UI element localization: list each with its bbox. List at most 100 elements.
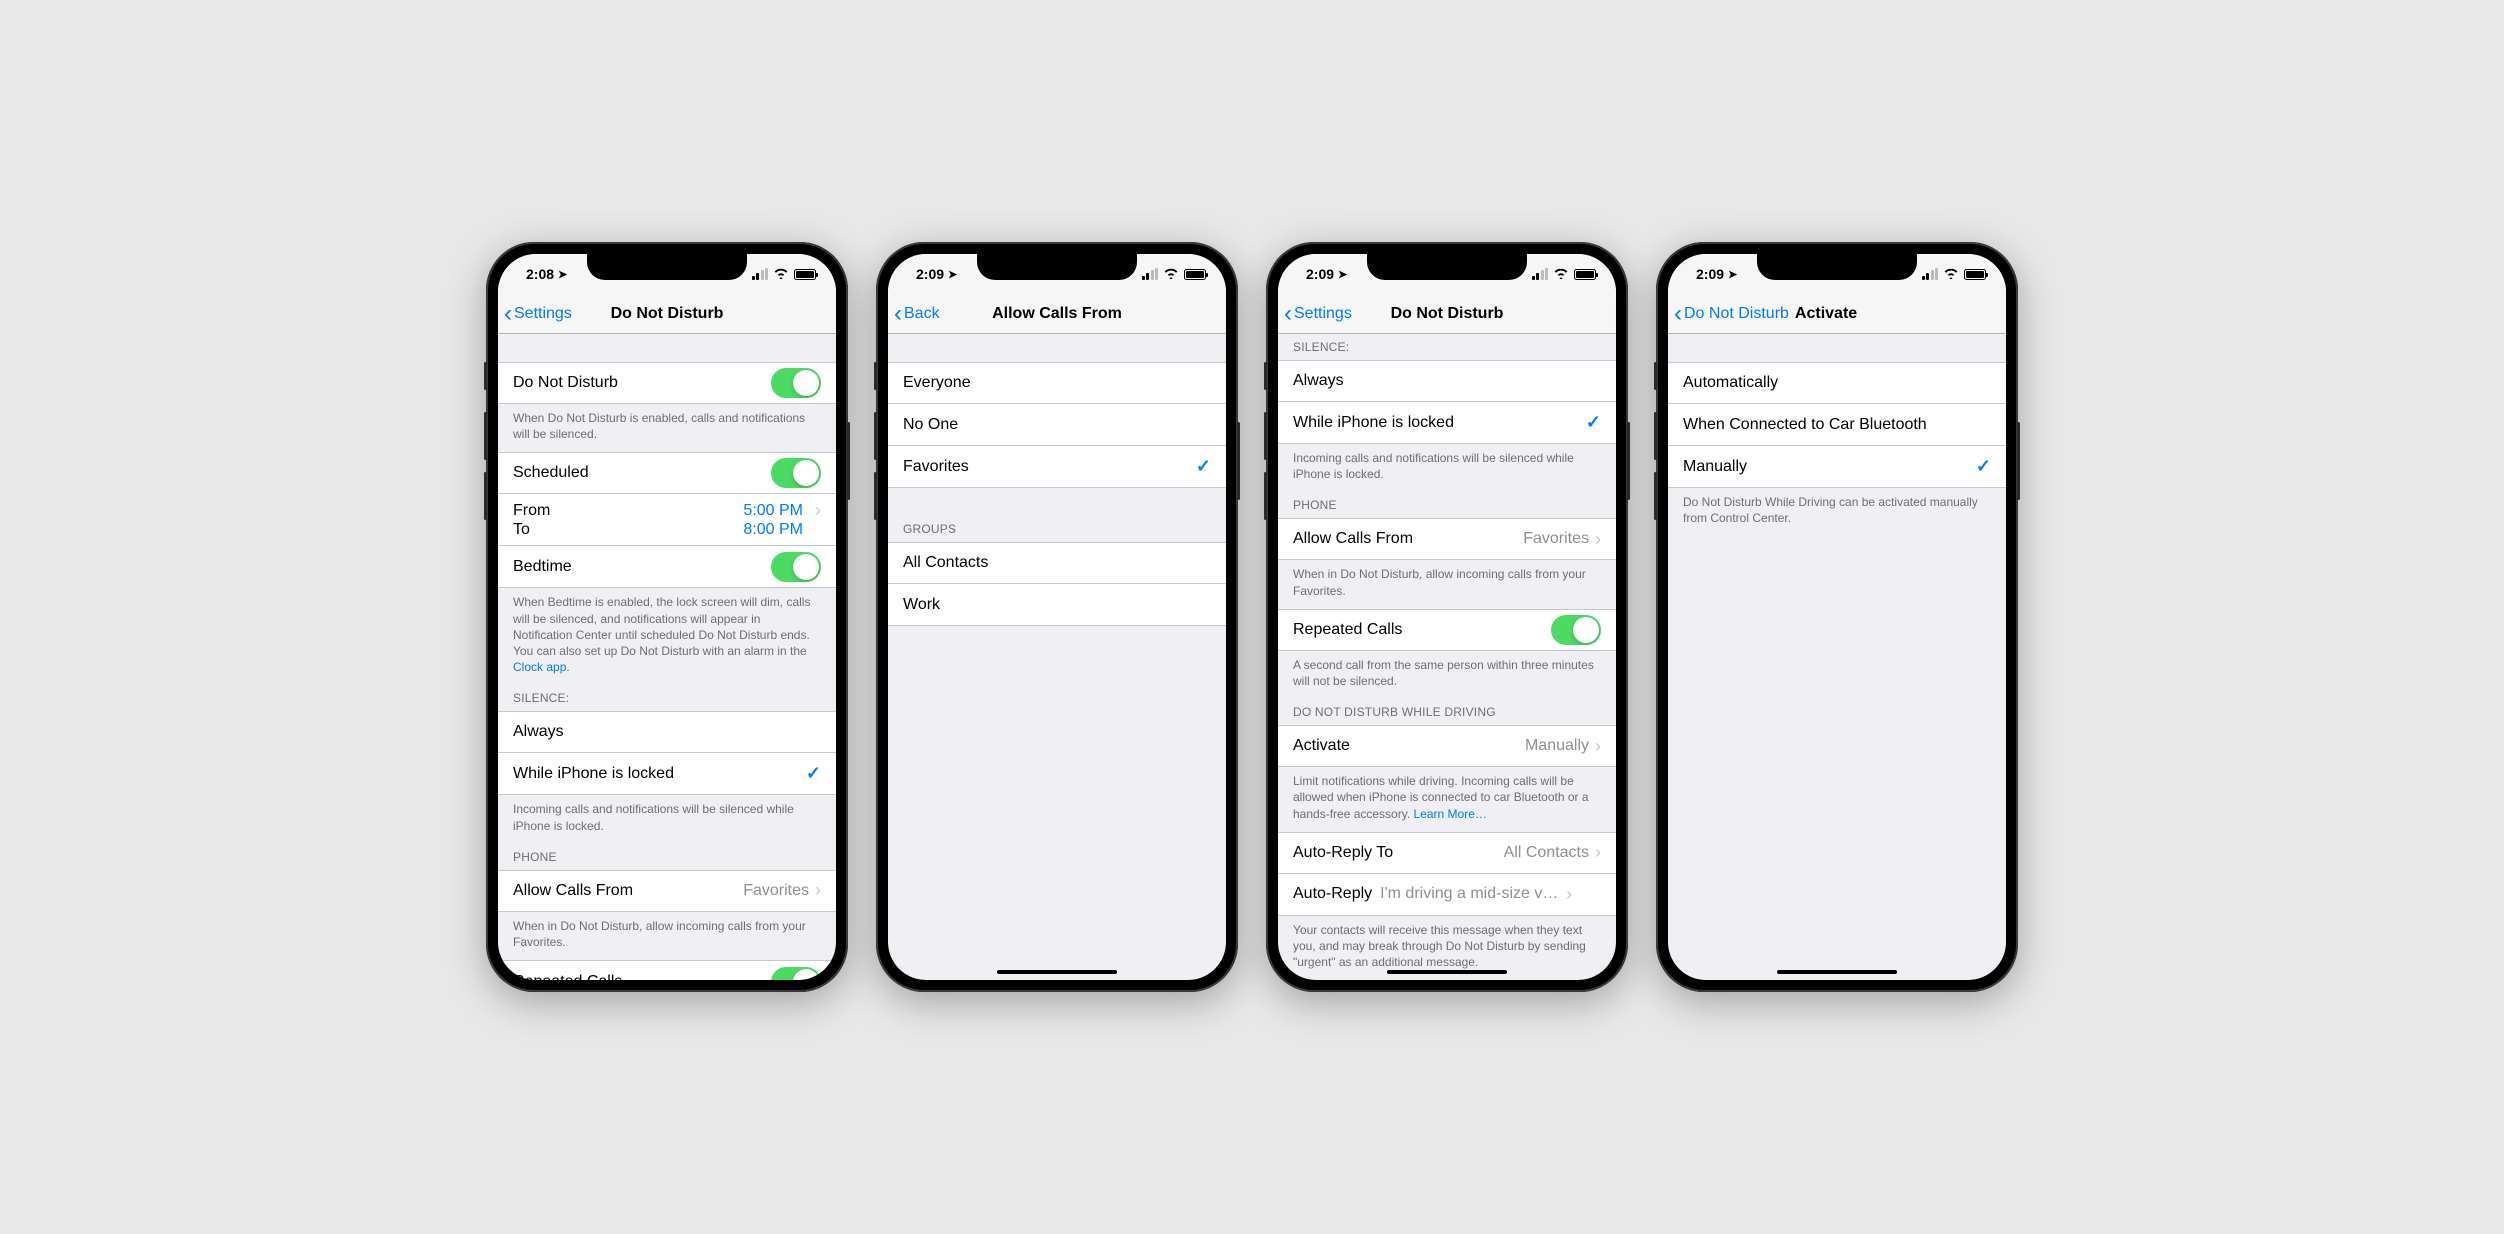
row-everyone[interactable]: Everyone xyxy=(888,362,1226,404)
row-allow-calls[interactable]: Allow Calls From Favorites › xyxy=(1278,518,1616,560)
groups-header: GROUPS xyxy=(888,516,1226,542)
allow-footer: When in Do Not Disturb, allow incoming c… xyxy=(1278,560,1616,608)
toggle-dnd[interactable] xyxy=(771,368,821,398)
driving-header: DO NOT DISTURB WHILE DRIVING xyxy=(1278,699,1616,725)
autoreply-value: I'm driving a mid-size vehicle ri… xyxy=(1380,885,1560,903)
work-label: Work xyxy=(903,596,1211,614)
learn-more-link[interactable]: Learn More… xyxy=(1414,807,1487,821)
row-always[interactable]: Always xyxy=(1278,360,1616,402)
check-icon: ✓ xyxy=(1196,456,1211,477)
row-while-locked[interactable]: While iPhone is locked ✓ xyxy=(498,753,836,795)
signal-icon xyxy=(1922,268,1939,280)
autoreplyto-label: Auto-Reply To xyxy=(1293,844,1504,862)
battery-icon xyxy=(1964,269,1986,280)
activate-label: Activate xyxy=(1293,737,1525,755)
allow-calls-label: Allow Calls From xyxy=(1293,530,1523,548)
scheduled-label: Scheduled xyxy=(513,464,771,482)
row-all-contacts[interactable]: All Contacts xyxy=(888,542,1226,584)
back-label: Settings xyxy=(1294,305,1352,323)
allow-calls-value: Favorites xyxy=(743,882,809,900)
time: 2:08 xyxy=(526,266,554,282)
row-repeated[interactable]: Repeated Calls xyxy=(1278,609,1616,651)
row-work[interactable]: Work xyxy=(888,584,1226,626)
row-autoreply[interactable]: Auto-Reply I'm driving a mid-size vehicl… xyxy=(1278,874,1616,916)
back-label: Back xyxy=(904,305,940,323)
row-favorites[interactable]: Favorites ✓ xyxy=(888,446,1226,488)
row-always[interactable]: Always xyxy=(498,711,836,753)
dnd-footer: When Do Not Disturb is enabled, calls an… xyxy=(498,404,836,452)
chevron-right-icon: › xyxy=(1595,842,1601,863)
home-indicator[interactable] xyxy=(1777,970,1897,974)
silence-footer: Incoming calls and notifications will be… xyxy=(498,795,836,843)
from-value: 5:00 PM xyxy=(743,502,803,520)
silence-footer: Incoming calls and notifications will be… xyxy=(1278,444,1616,492)
always-label: Always xyxy=(513,723,821,741)
repeated-label: Repeated Calls xyxy=(1293,621,1551,639)
phone-1: 2:08➤ ‹ Settings Do Not Disturb Do Not D… xyxy=(486,242,848,992)
row-scheduled[interactable]: Scheduled xyxy=(498,452,836,494)
nav-bar: ‹ Settings Do Not Disturb xyxy=(1278,294,1616,334)
nav-bar: ‹ Back Allow Calls From xyxy=(888,294,1226,334)
chevron-right-icon: › xyxy=(809,500,821,521)
clock-app-link[interactable]: Clock app xyxy=(513,660,566,674)
signal-icon xyxy=(752,268,769,280)
bedtime-label: Bedtime xyxy=(513,558,771,576)
while-locked-label: While iPhone is locked xyxy=(513,765,806,783)
toggle-repeated[interactable] xyxy=(771,967,821,980)
automatically-label: Automatically xyxy=(1683,374,1991,392)
signal-icon xyxy=(1532,268,1549,280)
location-icon: ➤ xyxy=(558,268,567,281)
chevron-right-icon: › xyxy=(815,880,821,901)
back-button[interactable]: ‹ Settings xyxy=(1284,302,1352,326)
back-button[interactable]: ‹ Back xyxy=(894,302,940,326)
location-icon: ➤ xyxy=(948,268,957,281)
row-schedule-range[interactable]: From 5:00 PM › To 8:00 PM xyxy=(498,494,836,546)
phone-header: PHONE xyxy=(498,844,836,870)
wifi-icon xyxy=(1943,266,1959,282)
repeated-label: Repeated Calls xyxy=(513,973,771,980)
bedtime-footer: When Bedtime is enabled, the lock screen… xyxy=(498,588,836,685)
battery-icon xyxy=(1574,269,1596,280)
activate-value: Manually xyxy=(1525,737,1589,755)
autoreplyto-value: All Contacts xyxy=(1504,844,1589,862)
row-allow-calls[interactable]: Allow Calls From Favorites › xyxy=(498,870,836,912)
toggle-bedtime[interactable] xyxy=(771,552,821,582)
row-manually[interactable]: Manually ✓ xyxy=(1668,446,2006,488)
battery-icon xyxy=(794,269,816,280)
always-label: Always xyxy=(1293,372,1601,390)
chevron-left-icon: ‹ xyxy=(894,302,902,326)
while-locked-label: While iPhone is locked xyxy=(1293,414,1586,432)
from-label: From xyxy=(513,502,743,520)
toggle-repeated[interactable] xyxy=(1551,615,1601,645)
wifi-icon xyxy=(1163,266,1179,282)
home-indicator[interactable] xyxy=(997,970,1117,974)
check-icon: ✓ xyxy=(1976,456,1991,477)
to-label: To xyxy=(513,521,743,539)
back-button[interactable]: ‹ Do Not Disturb xyxy=(1674,302,1789,326)
row-dnd[interactable]: Do Not Disturb xyxy=(498,362,836,404)
wifi-icon xyxy=(1553,266,1569,282)
wifi-icon xyxy=(773,266,789,282)
battery-icon xyxy=(1184,269,1206,280)
time: 2:09 xyxy=(1306,266,1334,282)
silence-header: SILENCE: xyxy=(498,685,836,711)
row-repeated[interactable]: Repeated Calls xyxy=(498,960,836,980)
row-bedtime[interactable]: Bedtime xyxy=(498,546,836,588)
allow-calls-value: Favorites xyxy=(1523,530,1589,548)
all-contacts-label: All Contacts xyxy=(903,554,1211,572)
row-autoreply-to[interactable]: Auto-Reply To All Contacts › xyxy=(1278,832,1616,874)
toggle-scheduled[interactable] xyxy=(771,458,821,488)
row-bluetooth[interactable]: When Connected to Car Bluetooth xyxy=(1668,404,2006,446)
home-indicator[interactable] xyxy=(1387,970,1507,974)
row-automatically[interactable]: Automatically xyxy=(1668,362,2006,404)
dnd-label: Do Not Disturb xyxy=(513,374,771,392)
row-activate[interactable]: Activate Manually › xyxy=(1278,725,1616,767)
manually-footer: Do Not Disturb While Driving can be acti… xyxy=(1668,488,2006,536)
row-noone[interactable]: No One xyxy=(888,404,1226,446)
nav-bar: ‹ Do Not Disturb Activate xyxy=(1668,294,2006,334)
noone-label: No One xyxy=(903,416,1211,434)
time: 2:09 xyxy=(916,266,944,282)
back-button[interactable]: ‹ Settings xyxy=(504,302,572,326)
row-while-locked[interactable]: While iPhone is locked ✓ xyxy=(1278,402,1616,444)
time: 2:09 xyxy=(1696,266,1724,282)
